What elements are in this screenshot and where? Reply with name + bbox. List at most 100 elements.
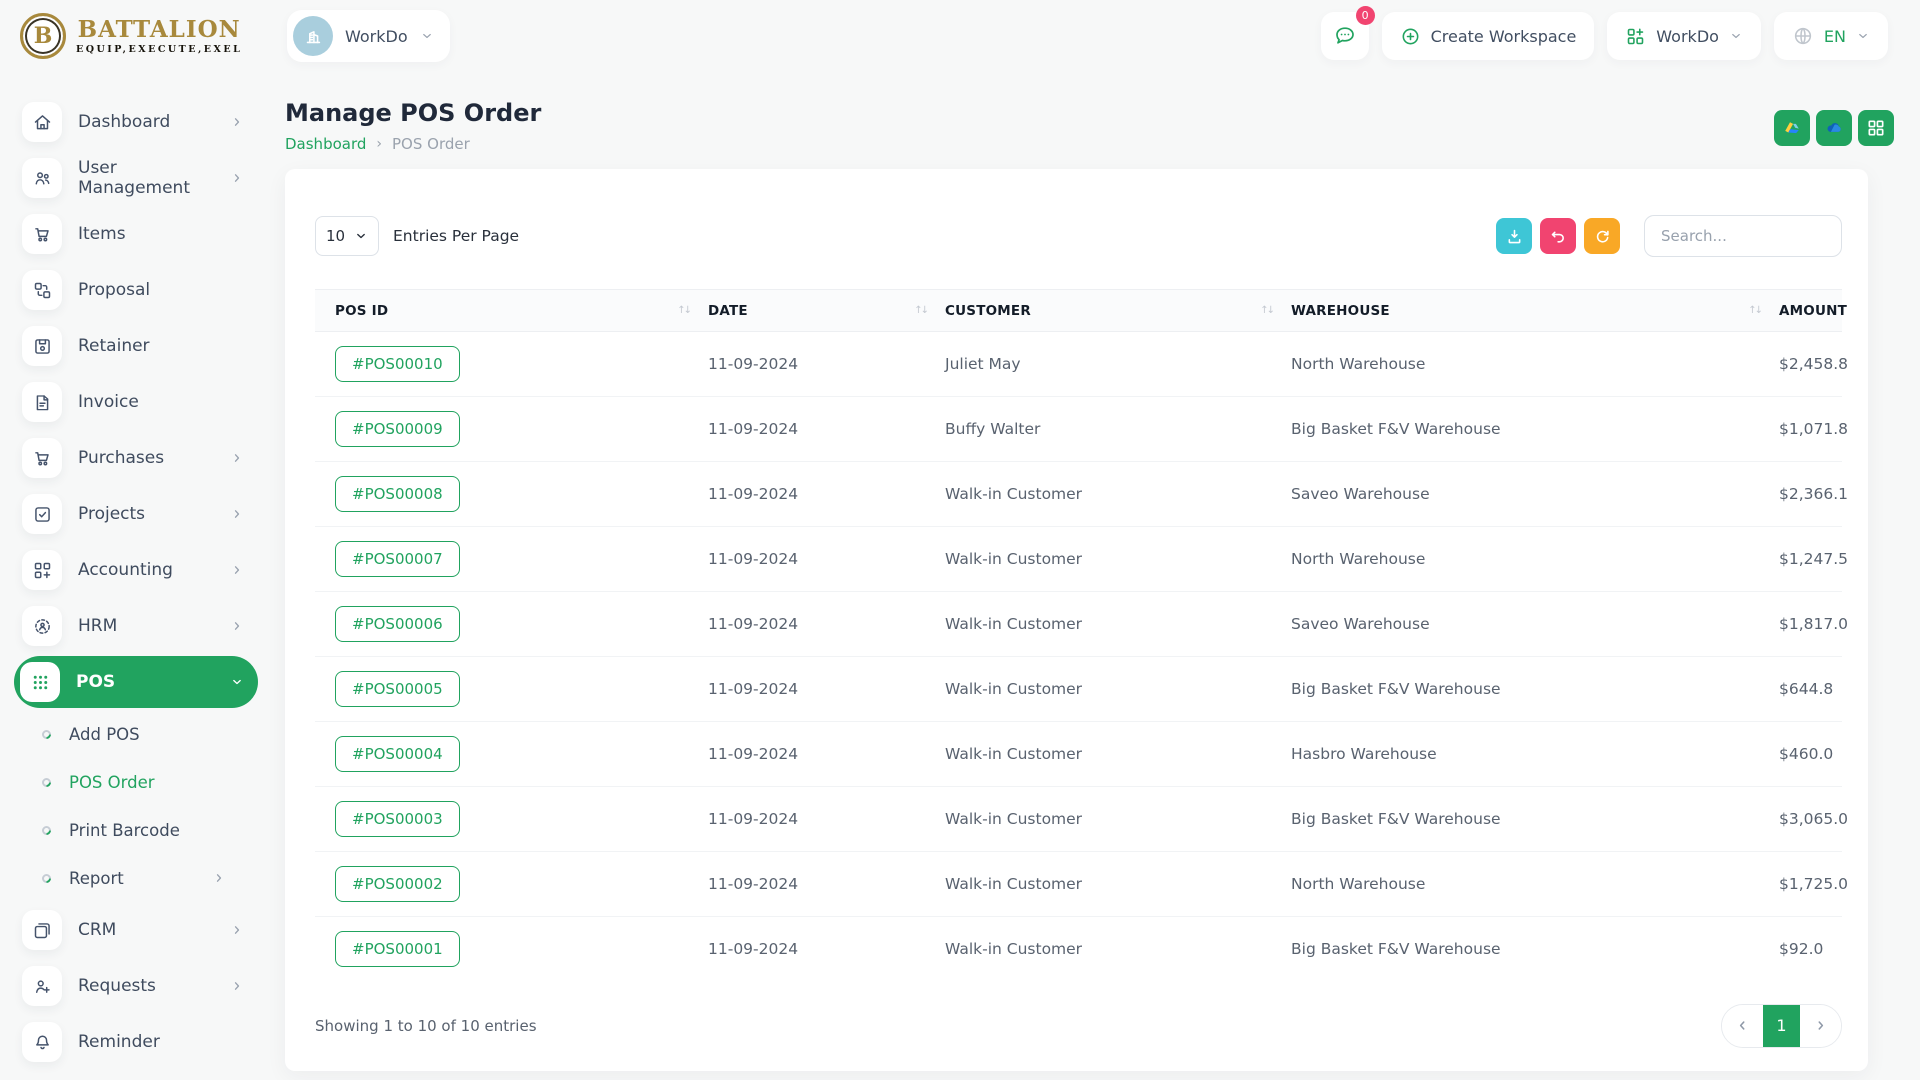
- sidebar-item-purchases[interactable]: Purchases: [16, 430, 258, 486]
- undo-button[interactable]: [1540, 218, 1576, 254]
- pos-id-cell: #POS00008: [315, 461, 708, 527]
- sidebar-item-crm[interactable]: CRM: [16, 902, 258, 958]
- chevron-down-icon: [1856, 29, 1870, 43]
- google-drive-icon: [1782, 118, 1802, 138]
- sidebar-item-label: Projects: [78, 504, 146, 524]
- table-row: #POS00006 11-09-2024 Walk-in Customer Saveo…: [315, 591, 1848, 657]
- warehouse-cell: Big Basket F&V Warehouse: [1291, 940, 1501, 959]
- onedrive-button[interactable]: [1816, 110, 1852, 146]
- bell-icon: [22, 1022, 62, 1062]
- sidebar-item-retainer[interactable]: Retainer: [16, 318, 258, 374]
- customer-cell: Walk-in Customer: [945, 851, 1291, 917]
- pos-id-link[interactable]: #POS00008: [335, 476, 460, 512]
- column-header-label: DATE: [708, 302, 748, 319]
- amount-cell: $1,725.0: [1779, 851, 1848, 917]
- pos-order-card: 10 Entries Per Page POS ID↑↓DATE↑↓CUSTOM…: [285, 169, 1868, 1071]
- table-row: #POS00004 11-09-2024 Walk-in Customer Hasbr…: [315, 721, 1842, 787]
- search-input[interactable]: [1644, 215, 1842, 257]
- pos-id-link[interactable]: #POS00004: [335, 736, 460, 772]
- sidebar-item-invoice[interactable]: Invoice: [16, 374, 258, 430]
- brand-logo: B BATTALION EQUIP,EXECUTE,EXEL: [20, 13, 255, 59]
- column-header-warehouse[interactable]: WAREHOUSE ↑↓: [1291, 289, 1779, 332]
- sidebar-item-dashboard[interactable]: Dashboard: [16, 94, 258, 150]
- org-circle-icon: [22, 606, 62, 646]
- home-icon: [22, 102, 62, 142]
- warehouse-cell: Saveo Warehouse: [1291, 591, 1779, 657]
- amount-cell: $1,817.0: [1779, 591, 1848, 657]
- date-cell: 11-09-2024: [708, 526, 945, 592]
- workspace-selector[interactable]: WorkDo: [287, 10, 450, 62]
- customer-cell: Walk-in Customer: [945, 940, 1083, 959]
- sidebar: Dashboard User Management Items Proposal Ret…: [0, 72, 260, 1080]
- sidebar-item-user-management[interactable]: User Management: [16, 150, 258, 206]
- brand-name: BATTALION: [77, 15, 241, 43]
- next-page-button[interactable]: [1800, 1004, 1841, 1047]
- pos-id-cell: #POS00002: [315, 851, 708, 917]
- layout-grid-button[interactable]: [1858, 110, 1894, 146]
- topbar: B BATTALION EQUIP,EXECUTE,EXEL WorkDo 0 …: [0, 0, 1920, 72]
- sidebar-subitem-label: POS Order: [69, 772, 155, 792]
- sidebar-item-label: POS: [76, 672, 116, 692]
- refresh-button[interactable]: [1584, 218, 1620, 254]
- customer-cell: Juliet May: [945, 331, 1291, 397]
- chevron-right-icon: [230, 979, 244, 993]
- sidebar-item-reminder[interactable]: Reminder: [16, 1014, 258, 1070]
- language-button[interactable]: EN: [1773, 12, 1888, 60]
- breadcrumb: Dashboard › POS Order: [285, 135, 1868, 153]
- table-row: #POS00009 11-09-2024 Buffy Walter Big Baske…: [315, 396, 1848, 462]
- app-switcher-button[interactable]: WorkDo: [1607, 12, 1761, 60]
- table-row: #POS00001 11-09-2024 Walk-in Customer Big B…: [315, 917, 1842, 982]
- pos-id-link[interactable]: #POS00006: [335, 606, 460, 642]
- messages-button[interactable]: 0: [1320, 6, 1375, 60]
- pos-id-link[interactable]: #POS00002: [335, 866, 460, 902]
- sidebar-item-items[interactable]: Items: [16, 206, 258, 262]
- chat-icon: [1333, 24, 1357, 48]
- pos-id-link[interactable]: #POS00005: [335, 671, 460, 707]
- pos-id-link[interactable]: #POS00007: [335, 541, 460, 577]
- customer-cell: Buffy Walter: [945, 396, 1291, 462]
- sidebar-subitem-add-pos[interactable]: Add POS: [0, 710, 260, 758]
- language-label: EN: [1823, 26, 1846, 46]
- sidebar-item-proposal[interactable]: Proposal: [16, 262, 258, 318]
- dots-grid-icon: [20, 662, 60, 702]
- pos-id-link[interactable]: #POS00001: [335, 931, 460, 968]
- pos-id-cell: #POS00001: [315, 917, 708, 982]
- sidebar-item-requests[interactable]: Requests: [16, 958, 258, 1014]
- google-drive-button[interactable]: [1774, 110, 1810, 146]
- chevron-down-icon: [230, 675, 244, 689]
- sidebar-item-hrm[interactable]: HRM: [16, 598, 258, 654]
- page-title: Manage POS Order: [285, 99, 542, 127]
- column-header-customer[interactable]: CUSTOMER ↑↓: [945, 289, 1291, 332]
- sidebar-item-pos[interactable]: POS: [14, 656, 258, 708]
- chevron-right-icon: [230, 507, 244, 521]
- table-header-row: POS ID ↑↓ DATE ↑↓ CUSTOMER ↑↓ WAREHOUSE ↑↓ AMOUN…: [315, 289, 1847, 332]
- column-header-date[interactable]: DATE ↑↓: [708, 289, 945, 332]
- pos-id-link[interactable]: #POS00003: [335, 801, 460, 837]
- swap-squares-icon: [22, 270, 62, 310]
- pos-id-cell: #POS00005: [315, 656, 708, 722]
- customer-cell: Walk-in Customer: [945, 786, 1291, 852]
- breadcrumb-item-dashboard[interactable]: Dashboard: [285, 135, 366, 153]
- sidebar-subitem-pos-order[interactable]: POS Order: [0, 758, 260, 806]
- entries-per-page-select[interactable]: 10: [315, 216, 379, 256]
- column-header-pos-id[interactable]: POS ID ↑↓: [315, 289, 708, 332]
- column-header-label: CUSTOMER: [945, 302, 1031, 319]
- sidebar-item-label: Purchases: [78, 448, 165, 468]
- pos-id-link[interactable]: #POS00010: [335, 346, 460, 382]
- building-icon: [293, 16, 333, 56]
- chevron-left-icon: [1739, 1021, 1745, 1030]
- sidebar-subitem-label: Print Barcode: [69, 820, 180, 840]
- create-workspace-button[interactable]: Create Workspace: [1381, 12, 1595, 60]
- plus-circle-icon: [1402, 28, 1419, 44]
- sidebar-subitem-report[interactable]: Report: [0, 854, 260, 902]
- sidebar-subitem-print-barcode[interactable]: Print Barcode: [0, 806, 260, 854]
- sidebar-item-label: User Management: [78, 158, 190, 198]
- table-row: #POS00010 11-09-2024 Juliet May North Wareh…: [315, 331, 1848, 397]
- sidebar-item-projects[interactable]: Projects: [16, 486, 258, 542]
- previous-page-button[interactable]: [1722, 1004, 1763, 1047]
- pos-id-link[interactable]: #POS00009: [335, 411, 460, 447]
- brand-monogram-icon: B: [20, 13, 66, 59]
- export-button[interactable]: [1496, 218, 1532, 254]
- sidebar-item-accounting[interactable]: Accounting: [16, 542, 258, 598]
- current-page-button[interactable]: 1: [1763, 1004, 1800, 1047]
